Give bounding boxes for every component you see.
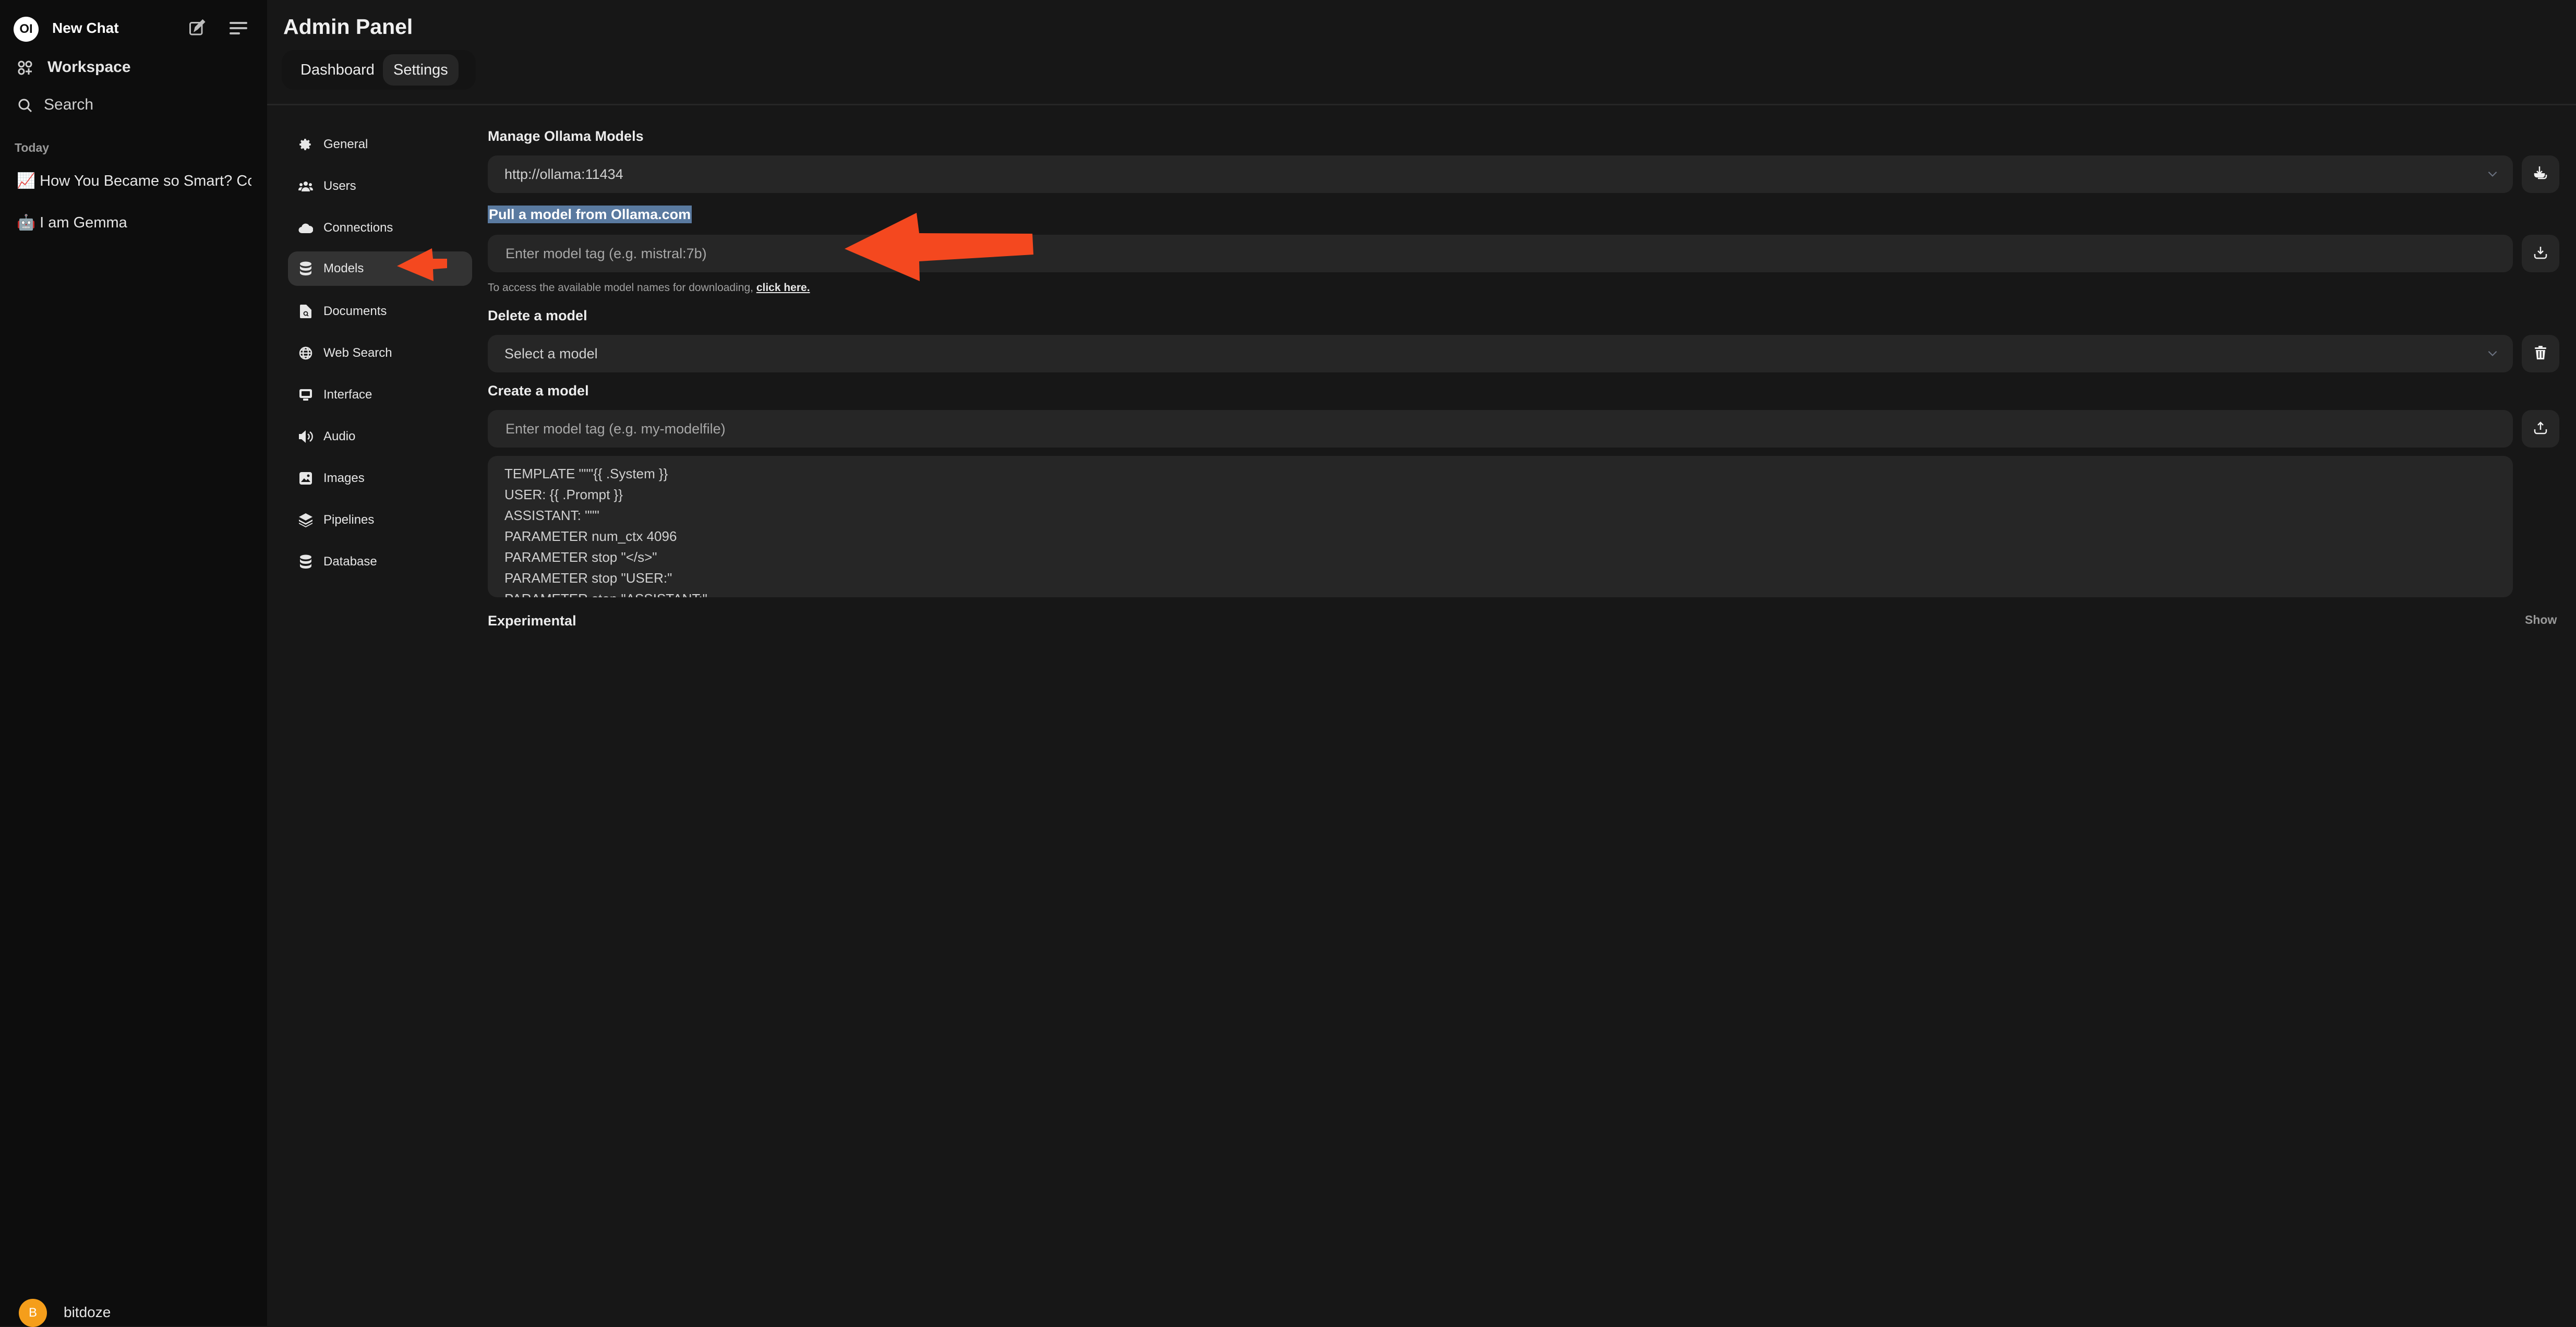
pull-model-label: Pull a model from Ollama.com	[488, 206, 692, 223]
text-selection-highlight: Pull a model from Ollama.com	[488, 206, 692, 223]
create-model-input[interactable]	[488, 410, 2513, 448]
tab-settings[interactable]: Settings	[383, 54, 459, 86]
modelfile-line: PARAMETER num_ctx 4096	[504, 528, 677, 544]
experimental-label: Experimental	[488, 613, 576, 629]
sidebar: OI New Chat Workspace Search Today 📈 How…	[0, 0, 267, 1327]
show-experimental-button[interactable]: Show	[2525, 613, 2557, 627]
nav-item-web-search[interactable]: Web Search	[288, 336, 472, 370]
menu-icon[interactable]	[230, 21, 247, 38]
click-here-link[interactable]: click here.	[756, 282, 810, 294]
delete-model-label: Delete a model	[488, 308, 587, 323]
nav-label: Documents	[323, 304, 387, 318]
cloud-icon	[298, 221, 313, 235]
chat-item[interactable]: 🤖 I am Gemma	[17, 214, 251, 232]
database-icon	[298, 261, 313, 276]
speaker-icon	[298, 429, 313, 444]
gear-icon	[298, 137, 313, 152]
helper-text: To access the available model names for …	[488, 282, 810, 294]
nav-label: Database	[323, 554, 377, 569]
admin-tabs: Dashboard Settings	[282, 50, 476, 90]
nav-item-general[interactable]: General	[288, 127, 472, 162]
chevron-down-icon	[2486, 167, 2499, 184]
nav-label: Interface	[323, 388, 372, 402]
open-webui-logo[interactable]: OI	[14, 17, 39, 42]
header-divider	[267, 104, 2576, 105]
delete-model-select[interactable]: Select a model	[488, 335, 2513, 372]
nav-item-pipelines[interactable]: Pipelines	[288, 503, 472, 537]
monitor-icon	[298, 388, 313, 402]
avatar[interactable]: B	[19, 1299, 47, 1327]
search-icon	[18, 98, 32, 115]
user-name[interactable]: bitdoze	[64, 1304, 111, 1321]
nav-label: Images	[323, 471, 365, 485]
layers-icon	[298, 513, 313, 527]
nav-label: Pipelines	[323, 513, 375, 527]
workspace-link[interactable]: Workspace	[47, 58, 131, 76]
modelfile-textarea[interactable]: TEMPLATE """{{ .System }} USER: {{ .Prom…	[488, 456, 2513, 597]
nav-item-interface[interactable]: Interface	[288, 378, 472, 412]
search-button[interactable]: Search	[44, 96, 93, 114]
workspace-icon	[18, 61, 32, 78]
section-today: Today	[15, 141, 50, 154]
globe-icon	[298, 346, 313, 360]
nav-item-audio[interactable]: Audio	[288, 419, 472, 454]
delete-model-button[interactable]	[2522, 335, 2559, 372]
download-icon	[2534, 246, 2547, 262]
nav-item-database[interactable]: Database	[288, 545, 472, 579]
modelfile-line: USER: {{ .Prompt }}	[504, 487, 623, 502]
nav-label: Web Search	[323, 346, 392, 360]
modelfile-line: PARAMETER stop "USER:"	[504, 570, 672, 586]
edit-icon[interactable]	[188, 19, 207, 40]
modelfile-line: ASSISTANT: """	[504, 508, 599, 523]
pull-model-input[interactable]	[488, 235, 2513, 272]
download-stack-icon	[2534, 166, 2547, 183]
create-model-label: Create a model	[488, 383, 589, 399]
upload-icon	[2534, 421, 2547, 437]
create-model-button[interactable]	[2522, 410, 2559, 448]
helper-text-body: To access the available model names for …	[488, 282, 756, 294]
chevron-down-icon	[2486, 346, 2499, 364]
database-icon	[298, 554, 313, 569]
new-chat-button[interactable]: New Chat	[52, 20, 119, 37]
manage-ollama-label: Manage Ollama Models	[488, 128, 644, 144]
page-title: Admin Panel	[283, 15, 413, 39]
modelfile-line: PARAMETER stop "</s>"	[504, 549, 657, 565]
nav-label: Audio	[323, 429, 356, 443]
create-model-tag-field[interactable]	[504, 420, 2513, 438]
nav-label: Connections	[323, 221, 393, 235]
modelfile-line: TEMPLATE """{{ .System }}	[504, 466, 668, 481]
ollama-url-value: http://ollama:11434	[504, 166, 623, 182]
nav-item-models[interactable]: Models	[288, 251, 472, 286]
document-search-icon	[298, 304, 313, 319]
tab-dashboard[interactable]: Dashboard	[290, 54, 385, 86]
nav-item-documents[interactable]: Documents	[288, 294, 472, 329]
users-icon	[298, 179, 313, 194]
nav-item-connections[interactable]: Connections	[288, 211, 472, 245]
nav-label: General	[323, 137, 368, 151]
trash-icon	[2534, 345, 2547, 363]
nav-item-users[interactable]: Users	[288, 169, 472, 203]
chat-title: How You Became so Smart? Co	[40, 173, 251, 189]
update-models-button[interactable]	[2522, 155, 2559, 193]
modelfile-line: PARAMETER stop "ASSISTANT:"	[504, 588, 2513, 597]
nav-label: Models	[323, 261, 364, 275]
robot-emoji-icon: 🤖	[17, 214, 36, 231]
image-icon	[298, 471, 313, 486]
ollama-url-select[interactable]: http://ollama:11434	[488, 155, 2513, 193]
pull-model-button[interactable]	[2522, 235, 2559, 272]
nav-item-images[interactable]: Images	[288, 461, 472, 496]
nav-label: Users	[323, 179, 356, 193]
chat-title: I am Gemma	[40, 214, 127, 231]
chart-emoji-icon: 📈	[17, 173, 36, 189]
delete-model-select-value: Select a model	[504, 345, 598, 361]
chat-item[interactable]: 📈 How You Became so Smart? Co	[17, 172, 251, 190]
pull-model-tag-field[interactable]	[504, 245, 2513, 262]
